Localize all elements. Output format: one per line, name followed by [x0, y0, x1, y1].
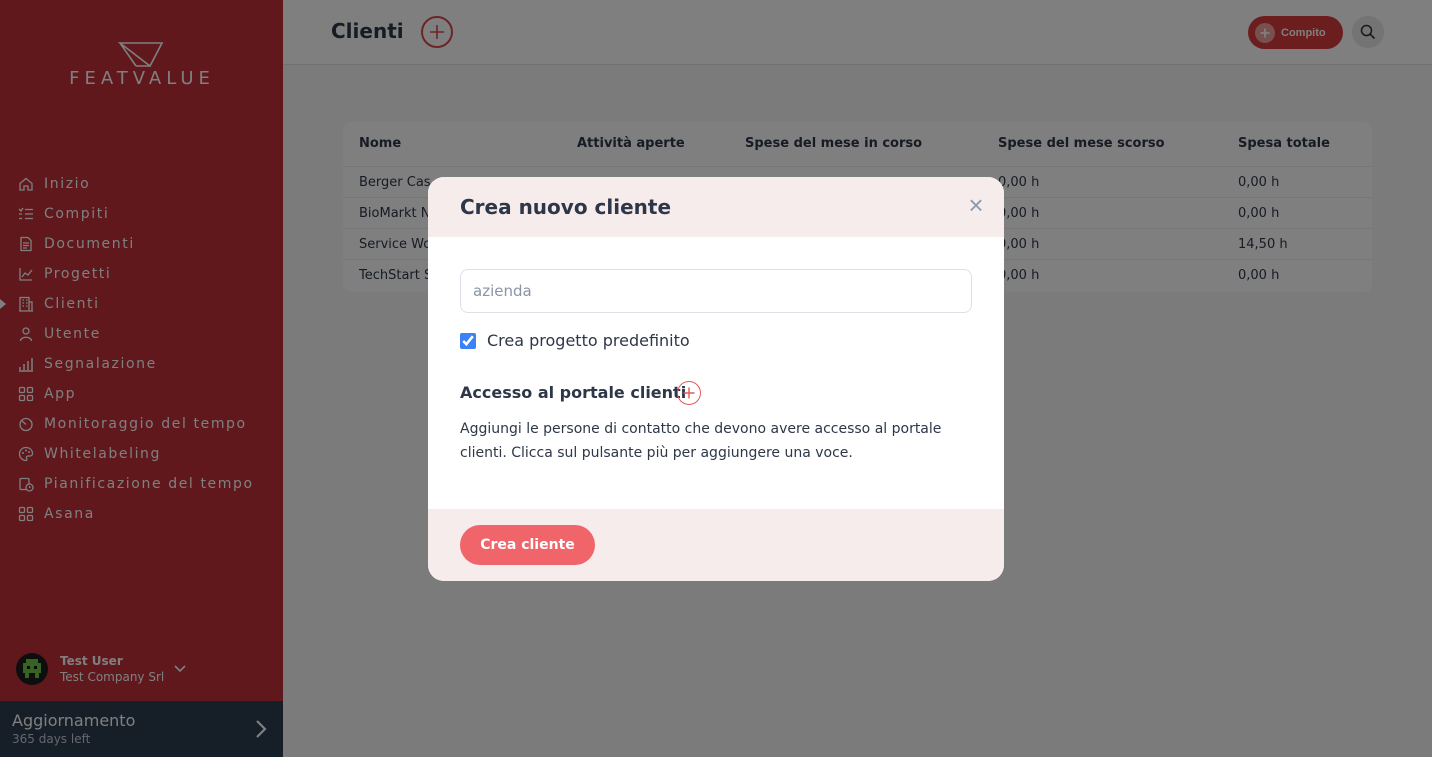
portal-access-title: Accesso al portale clienti [460, 383, 687, 402]
modal-title: Crea nuovo cliente [460, 195, 672, 219]
default-project-row[interactable]: Crea progetto predefinito [460, 331, 690, 350]
create-client-modal: Crea nuovo cliente × Crea progetto prede… [428, 177, 1004, 581]
modal-footer: Crea cliente [428, 509, 1004, 581]
company-input[interactable] [460, 269, 972, 313]
modal-header: Crea nuovo cliente × [428, 177, 1004, 237]
add-portal-contact-button[interactable] [677, 381, 701, 405]
close-button[interactable]: × [964, 192, 988, 218]
plus-icon [683, 387, 695, 399]
portal-access-description: Aggiungi le persone di contatto che devo… [460, 421, 942, 461]
create-client-button[interactable]: Crea cliente [460, 525, 595, 565]
default-project-label: Crea progetto predefinito [487, 331, 690, 350]
default-project-checkbox[interactable] [460, 332, 476, 349]
